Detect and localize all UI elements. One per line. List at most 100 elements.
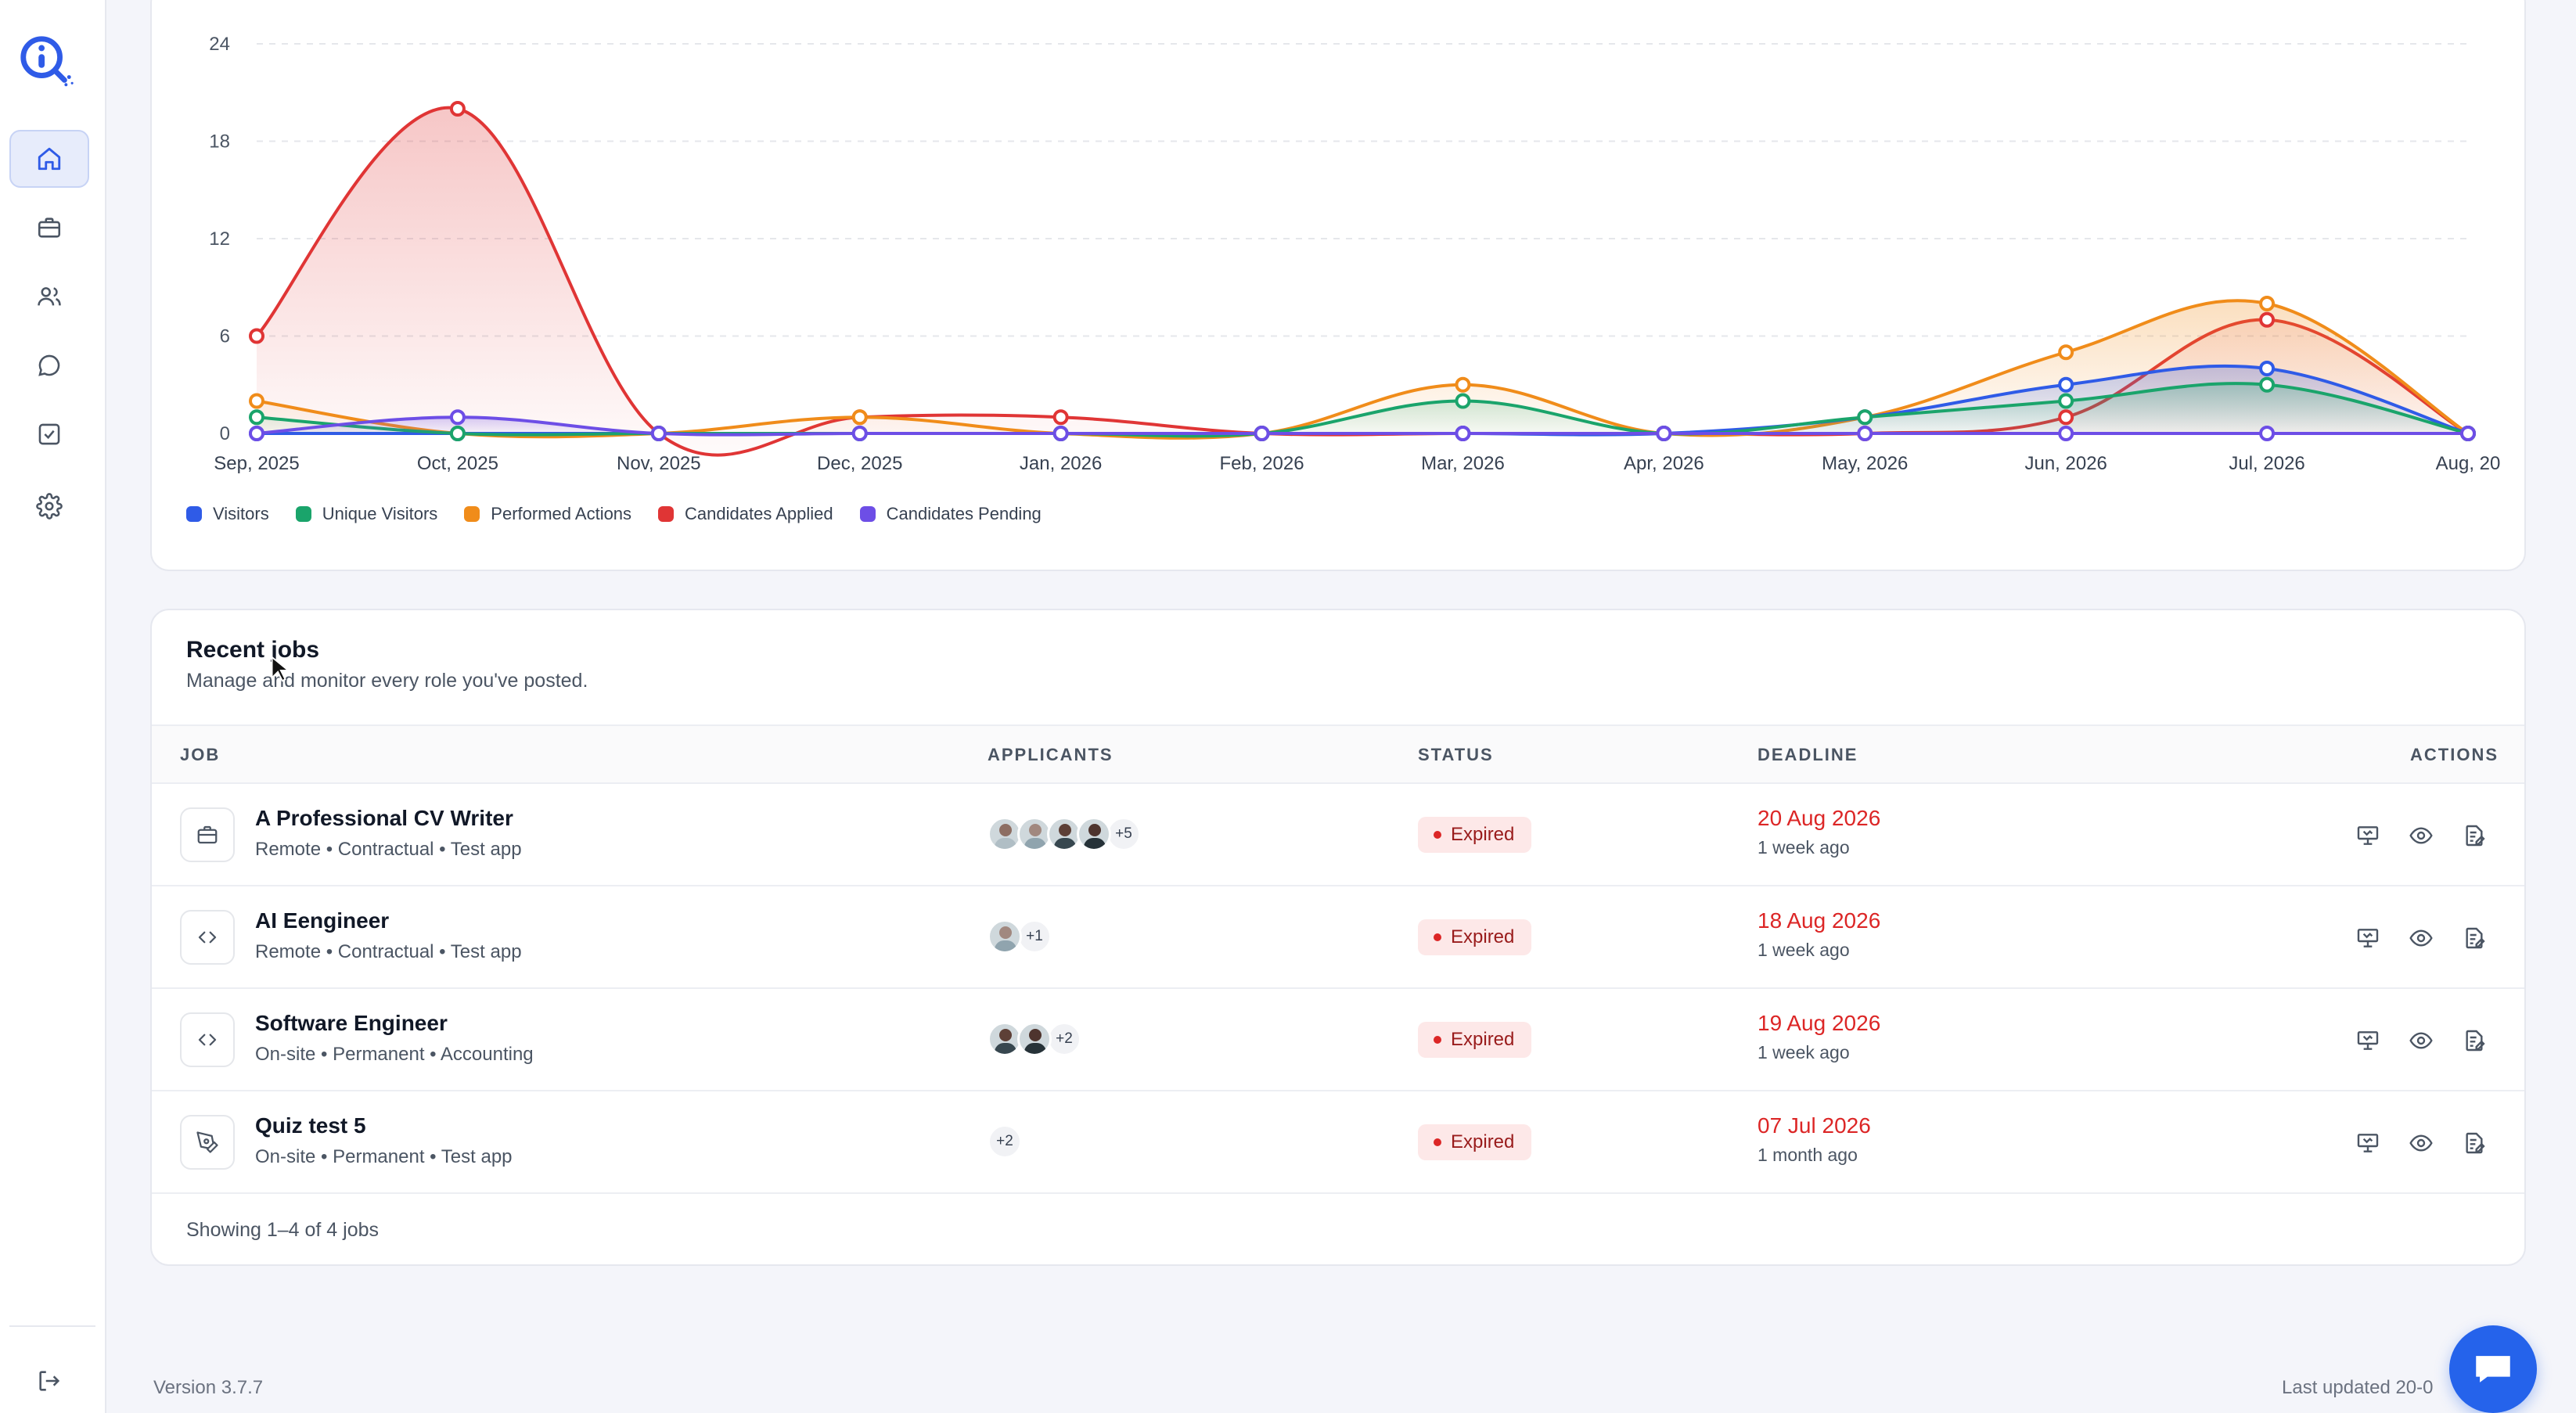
edit-job-button[interactable]: [2460, 822, 2488, 850]
data-point[interactable]: [851, 409, 868, 426]
view-job-button[interactable]: [2407, 1129, 2435, 1157]
view-job-button[interactable]: [2407, 1026, 2435, 1055]
chart-legend: Visitors Unique Visitors Performed Actions…: [186, 504, 1042, 524]
job-row[interactable]: Software Engineer On-site • Permanent • A…: [152, 989, 2524, 1091]
view-pipeline-button[interactable]: [2354, 822, 2382, 850]
data-point[interactable]: [2058, 409, 2074, 426]
applicant-avatars[interactable]: +2: [988, 1022, 1081, 1056]
data-point[interactable]: [2058, 376, 2074, 393]
jobs-table-header: JOB APPLICANTS STATUS DEADLINE ACTIONS: [152, 724, 2524, 784]
data-point[interactable]: [1857, 409, 1873, 426]
job-type-badge: [180, 910, 235, 965]
deadline-date: 18 Aug 2026: [1758, 908, 1881, 933]
data-point[interactable]: [1455, 426, 1471, 441]
pagination-summary: Showing 1–4 of 4 jobs: [186, 1219, 380, 1241]
legend-item[interactable]: Performed Actions: [464, 504, 631, 524]
data-point[interactable]: [2259, 296, 2276, 311]
data-point[interactable]: [2460, 426, 2476, 441]
support-chat-button[interactable]: [2449, 1325, 2537, 1413]
legend-item[interactable]: Visitors: [186, 504, 269, 524]
data-point[interactable]: [249, 426, 264, 441]
job-title[interactable]: A Professional CV Writer: [255, 806, 513, 831]
data-point[interactable]: [2058, 393, 2074, 409]
data-point[interactable]: [2259, 376, 2276, 393]
job-row[interactable]: Quiz test 5 On-site • Permanent • Test ap…: [152, 1091, 2524, 1194]
job-meta: Remote • Contractual • Test app: [255, 839, 522, 860]
deadline-date: 07 Jul 2026: [1758, 1113, 1871, 1138]
avatar: [1077, 817, 1111, 851]
more-applicants-count: +2: [988, 1124, 1022, 1159]
applicant-avatars[interactable]: +2: [988, 1124, 1022, 1159]
data-point[interactable]: [1052, 426, 1069, 441]
job-meta: On-site • Permanent • Test app: [255, 1146, 513, 1167]
applicant-avatars[interactable]: +1: [988, 919, 1052, 954]
status-label: Expired: [1451, 824, 1515, 845]
data-point[interactable]: [249, 393, 264, 409]
data-point[interactable]: [650, 426, 667, 441]
view-pipeline-button[interactable]: [2354, 1129, 2382, 1157]
sidebar-item-home[interactable]: [9, 130, 89, 188]
logout-button[interactable]: [9, 1352, 89, 1410]
view-job-button[interactable]: [2407, 822, 2435, 850]
data-point[interactable]: [1857, 426, 1873, 441]
edit-job-button[interactable]: [2460, 1026, 2488, 1055]
legend-label: Unique Visitors: [322, 504, 438, 523]
edit-document-icon: [2462, 1028, 2487, 1053]
job-title[interactable]: Quiz test 5: [255, 1113, 366, 1138]
job-title[interactable]: Software Engineer: [255, 1011, 448, 1036]
data-point[interactable]: [2058, 426, 2074, 441]
y-tick-label: 12: [209, 228, 230, 250]
applicant-avatars[interactable]: +5: [988, 817, 1141, 851]
data-point[interactable]: [1656, 426, 1672, 441]
legend-item[interactable]: Candidates Applied: [658, 504, 833, 524]
job-row[interactable]: AI Eengineer Remote • Contractual • Test …: [152, 886, 2524, 989]
more-applicants-count: +5: [1106, 817, 1141, 851]
status-label: Expired: [1451, 926, 1515, 947]
data-point[interactable]: [1254, 426, 1270, 441]
edit-job-button[interactable]: [2460, 924, 2488, 952]
eye-icon: [2409, 823, 2434, 848]
data-point[interactable]: [2058, 344, 2074, 361]
data-point[interactable]: [449, 426, 466, 441]
deadline-relative: 1 week ago: [1758, 1042, 1850, 1062]
data-point[interactable]: [1455, 376, 1471, 393]
app-logo[interactable]: [16, 31, 77, 92]
sidebar-divider: [9, 1325, 95, 1327]
data-point[interactable]: [2259, 361, 2276, 376]
job-title[interactable]: AI Eengineer: [255, 908, 389, 933]
sidebar-item-jobs[interactable]: [9, 199, 89, 257]
presentation-icon: [2355, 926, 2380, 951]
data-point[interactable]: [449, 409, 466, 426]
sidebar-item-candidates[interactable]: [9, 268, 89, 325]
sidebar-item-messages[interactable]: [9, 336, 89, 394]
presentation-icon: [2355, 823, 2380, 848]
deadline-relative: 1 month ago: [1758, 1145, 1858, 1165]
data-point[interactable]: [851, 426, 868, 441]
view-job-button[interactable]: [2407, 924, 2435, 952]
legend-item[interactable]: Unique Visitors: [295, 504, 438, 524]
data-point[interactable]: [249, 328, 264, 344]
data-point[interactable]: [2259, 426, 2276, 441]
status-badge: Expired: [1418, 1124, 1532, 1160]
job-row[interactable]: A Professional CV Writer Remote • Contrac…: [152, 784, 2524, 886]
x-tick-label: Apr, 2026: [1624, 453, 1704, 474]
briefcase-icon: [196, 823, 219, 847]
sidebar-item-settings[interactable]: [9, 477, 89, 535]
data-point[interactable]: [2259, 311, 2276, 328]
data-point[interactable]: [249, 409, 264, 426]
status-dot: [1434, 1036, 1441, 1044]
x-tick-label: Sep, 2025: [214, 453, 299, 474]
legend-item[interactable]: Candidates Pending: [859, 504, 1042, 524]
data-point[interactable]: [1052, 409, 1069, 426]
job-type-badge: [180, 1115, 235, 1170]
column-header-status: STATUS: [1418, 745, 1494, 764]
sidebar-item-tasks[interactable]: [9, 405, 89, 463]
edit-job-button[interactable]: [2460, 1129, 2488, 1157]
settings-icon: [36, 493, 63, 520]
data-point[interactable]: [1455, 393, 1471, 409]
view-pipeline-button[interactable]: [2354, 924, 2382, 952]
edit-document-icon: [2462, 1131, 2487, 1156]
code-icon: [196, 1028, 219, 1052]
data-point[interactable]: [449, 101, 466, 117]
view-pipeline-button[interactable]: [2354, 1026, 2382, 1055]
